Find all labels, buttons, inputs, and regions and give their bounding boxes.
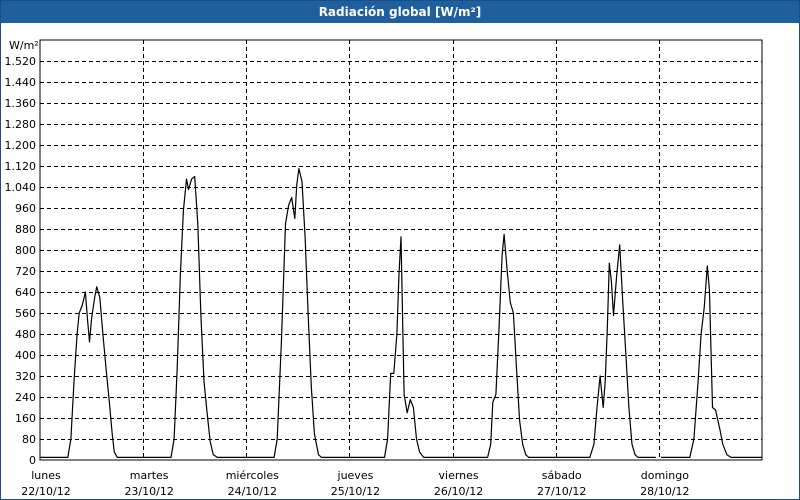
y-tick-label: 800 xyxy=(15,244,36,257)
x-tick-date: 27/10/12 xyxy=(537,485,586,498)
y-tick-label: 80 xyxy=(22,433,36,446)
y-tick-label: 0 xyxy=(29,454,36,467)
y-tick-label: 880 xyxy=(15,223,36,236)
x-tick-date: 26/10/12 xyxy=(434,485,483,498)
y-tick-label: 1.360 xyxy=(5,97,37,110)
x-tick-day: sábado xyxy=(542,469,582,482)
y-tick-label: 1.120 xyxy=(5,160,37,173)
y-tick-label: 560 xyxy=(15,307,36,320)
x-tick-day: viernes xyxy=(439,469,479,482)
y-tick-label: 480 xyxy=(15,328,36,341)
y-tick-label: 1.200 xyxy=(5,139,37,152)
y-tick-label: 160 xyxy=(15,412,36,425)
x-tick-date: 22/10/12 xyxy=(21,485,70,498)
y-tick-label: 240 xyxy=(15,391,36,404)
y-tick-label: 1.280 xyxy=(5,118,37,131)
x-tick-day: miércoles xyxy=(226,469,279,482)
y-tick-label: 960 xyxy=(15,202,36,215)
y-tick-label: 1.040 xyxy=(5,181,37,194)
x-tick-day: martes xyxy=(130,469,169,482)
x-axis-ticks: lunes 22/10/12 martes 23/10/12 miércoles 24/1… xyxy=(21,469,689,498)
x-tick-day: domingo xyxy=(641,469,689,482)
x-tick-day: lunes xyxy=(31,469,61,482)
y-axis-label: W/m² xyxy=(9,39,39,52)
y-tick-label: 400 xyxy=(15,349,36,362)
x-tick-date: 23/10/12 xyxy=(124,485,173,498)
y-tick-label: 640 xyxy=(15,286,36,299)
x-tick-date: 24/10/12 xyxy=(228,485,277,498)
y-tick-label: 1.520 xyxy=(5,55,37,68)
x-tick-date: 28/10/12 xyxy=(640,485,689,498)
y-tick-label: 1.440 xyxy=(5,76,37,89)
y-axis-ticks: 0 80 160 240 320 400 480 560 640 720 800 880 960 1.04… xyxy=(5,55,37,467)
x-tick-date: 25/10/12 xyxy=(331,485,380,498)
y-tick-label: 320 xyxy=(15,370,36,383)
y-tick-label: 720 xyxy=(15,265,36,278)
chart-canvas: 0 80 160 240 320 400 480 560 640 720 800 880 960 1.04… xyxy=(5,39,763,498)
x-tick-day: jueves xyxy=(337,469,374,482)
